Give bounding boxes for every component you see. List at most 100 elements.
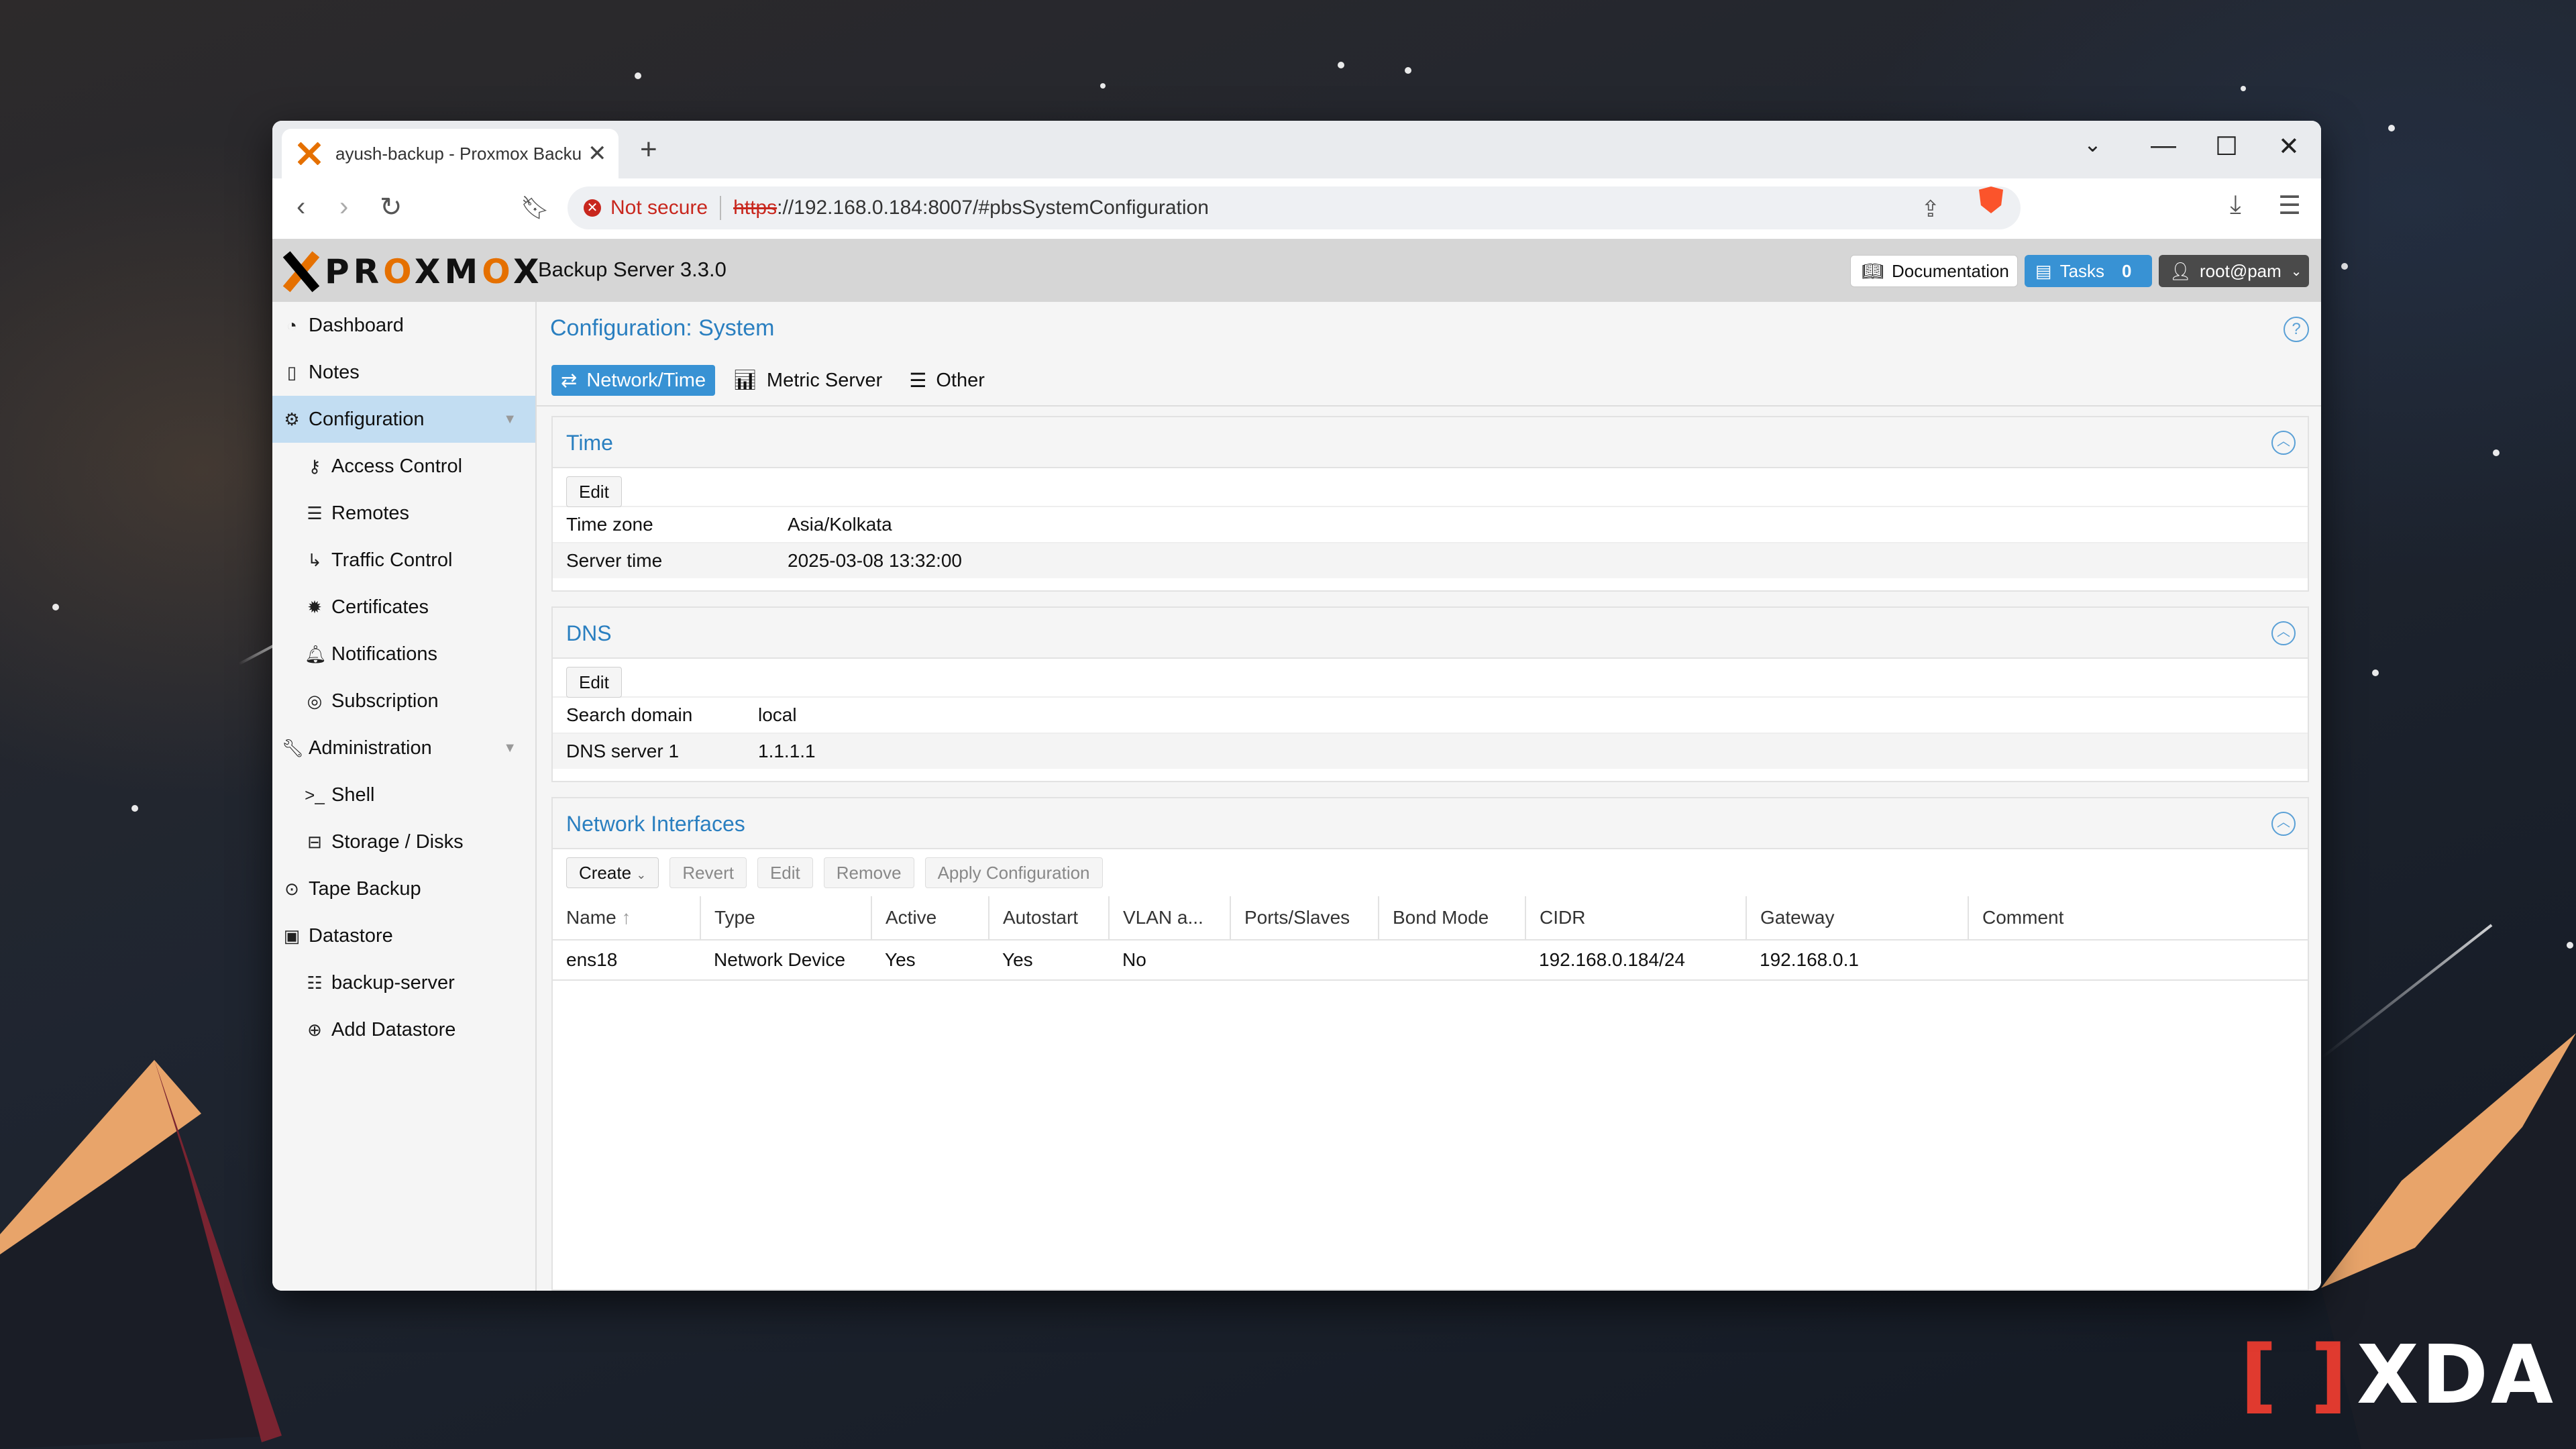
address-bar[interactable]: ✕ Not secure https://192.168.0.184:8007/… (568, 186, 2021, 229)
column-header-type[interactable]: Type (700, 896, 872, 941)
download-icon[interactable]: ⤓ (2230, 191, 2241, 219)
sidebar-item-administration[interactable]: 🔧︎ Administration ▼ (272, 724, 535, 771)
logo-wordmark: PROXMOX (325, 252, 543, 291)
dashboard-icon: ◔ (286, 315, 297, 335)
time-row[interactable]: Server time 2025-03-08 13:32:00 (553, 542, 2308, 578)
column-header-gateway[interactable]: Gateway (1746, 896, 1969, 941)
divider (537, 405, 2321, 407)
sidebar-item-tape-backup[interactable]: ⊙ Tape Backup (272, 865, 535, 912)
tab-search-icon[interactable]: ⌄ (2084, 131, 2102, 157)
bookmark-icon[interactable]: 🔖︎ (521, 195, 549, 221)
cell-ports-slaves (1230, 940, 1379, 981)
browser-toolbar: ‹ › ↻ 🔖︎ ✕ Not secure https://192.168.0.… (272, 178, 2321, 239)
bell-icon: 🔔︎ (305, 643, 327, 664)
sidebar-item-remotes[interactable]: ☰ Remotes (272, 490, 535, 537)
new-tab-icon[interactable]: + (640, 133, 657, 166)
sidebar-item-subscription[interactable]: ◎ Subscription (272, 678, 535, 724)
time-edit-button[interactable]: Edit (566, 476, 622, 507)
column-header-name[interactable]: Name ↑ (553, 896, 701, 941)
sidebar-item-storage-disks[interactable]: ⊟ Storage / Disks (272, 818, 535, 865)
dns-row[interactable]: DNS server 1 1.1.1.1 (553, 733, 2308, 769)
dns-edit-button[interactable]: Edit (566, 667, 622, 698)
tasks-button[interactable]: ▤ Tasks 0 (2025, 255, 2152, 287)
column-header-active[interactable]: Active (871, 896, 989, 941)
back-icon[interactable]: ‹ (297, 192, 305, 222)
proxmox-app: PROXMOX Backup Server 3.3.0 📖︎ Documenta… (272, 239, 2321, 1291)
documentation-button[interactable]: 📖︎ Documentation (1850, 255, 2018, 287)
sidebar-item-notes[interactable]: ▯ Notes (272, 349, 535, 396)
sidebar-item-notifications[interactable]: 🔔︎ Notifications (272, 631, 535, 678)
tab-network-time[interactable]: ⇄ Network/Time (551, 365, 716, 396)
sidebar-item-access-control[interactable]: ⚷ Access Control (272, 443, 535, 490)
server-icon: ☰ (307, 502, 323, 523)
collapse-icon[interactable]: ︿ (2271, 812, 2296, 836)
column-header-ports-slaves[interactable]: Ports/Slaves (1230, 896, 1379, 941)
tab-other[interactable]: ☰ Other (900, 365, 994, 396)
sidebar-item-certificates[interactable]: ✹ Certificates (272, 584, 535, 631)
certificate-icon: ✹ (307, 596, 322, 617)
reload-icon[interactable]: ↻ (380, 192, 402, 223)
share-icon[interactable]: ⇪ (1921, 196, 1941, 223)
close-window-icon[interactable]: ✕ (2278, 131, 2300, 162)
sidebar-item-add-datastore[interactable]: ⊕ Add Datastore (272, 1006, 535, 1053)
plus-circle-icon: ⊕ (307, 1019, 322, 1040)
star (131, 805, 138, 812)
key-icon: ⚷ (308, 455, 321, 476)
dns-panel-title: DNS (566, 621, 612, 645)
sidebar-item-shell[interactable]: >_ Shell (272, 771, 535, 818)
dns-panel-header: DNS ︿ (553, 608, 2308, 659)
time-panel-title: Time (566, 431, 613, 455)
menu-icon[interactable]: ☰ (2278, 191, 2301, 221)
close-tab-icon[interactable]: ✕ (588, 140, 607, 167)
dns-row[interactable]: Search domain local (553, 696, 2308, 733)
user-menu-button[interactable]: 👤︎ root@pam ⌄ (2159, 255, 2309, 287)
column-header-bond-mode[interactable]: Bond Mode (1379, 896, 1526, 941)
not-secure-label: Not secure (610, 197, 708, 219)
edit-button[interactable]: Edit (757, 857, 813, 888)
user-label: root@pam (2200, 260, 2282, 281)
terminal-icon: >_ (305, 784, 325, 805)
shooting-star (238, 644, 275, 665)
collapse-icon[interactable]: ︿ (2271, 431, 2296, 455)
time-row[interactable]: Time zone Asia/Kolkata (553, 506, 2308, 542)
cell-name: ens18 (553, 940, 700, 981)
sidebar-item-configuration[interactable]: ⚙ Configuration ▼ (272, 396, 535, 443)
sidebar-item-backup-server[interactable]: ☷ backup-server (272, 959, 535, 1006)
star (2388, 125, 2395, 131)
maximize-icon[interactable]: ☐ (2215, 131, 2238, 162)
column-header-comment[interactable]: Comment (1968, 896, 2308, 941)
column-header-cidr[interactable]: CIDR (1525, 896, 1747, 941)
star (2341, 263, 2348, 270)
collapse-icon[interactable]: ︿ (2271, 621, 2296, 645)
table-row[interactable]: ens18 Network Device Yes Yes No 192.168.… (553, 940, 2308, 981)
minimize-icon[interactable]: — (2151, 131, 2176, 160)
star (2241, 86, 2246, 91)
collapse-arrow-icon[interactable]: ▼ (503, 412, 517, 427)
forward-icon[interactable]: › (339, 192, 348, 222)
support-icon: ◎ (307, 690, 323, 711)
browser-tab[interactable]: ayush-backup - Proxmox Backu ✕ (282, 129, 619, 178)
remove-button[interactable]: Remove (823, 857, 914, 888)
sidebar-item-traffic-control[interactable]: ↳ Traffic Control (272, 537, 535, 584)
create-button[interactable]: Create ⌄ (566, 857, 659, 888)
revert-button[interactable]: Revert (669, 857, 747, 888)
product-version: Backup Server 3.3.0 (538, 258, 727, 281)
tasks-label: Tasks (2059, 260, 2105, 281)
proxmox-logo[interactable]: PROXMOX (280, 252, 543, 291)
star (1100, 83, 1106, 89)
cell-cidr: 192.168.0.184/24 (1525, 940, 1746, 981)
collapse-arrow-icon[interactable]: ▼ (503, 741, 517, 756)
help-icon[interactable]: ? (2284, 317, 2309, 342)
apply-configuration-button[interactable]: Apply Configuration (924, 857, 1103, 888)
app-header: PROXMOX Backup Server 3.3.0 📖︎ Documenta… (272, 239, 2321, 303)
column-header-autostart[interactable]: Autostart (989, 896, 1110, 941)
star (1338, 62, 1344, 68)
time-toolbar: Edit (553, 468, 2308, 507)
sidebar-item-dashboard[interactable]: ◔ Dashboard (272, 302, 535, 349)
disk-icon: ⊟ (307, 831, 322, 852)
sidebar-item-datastore[interactable]: ▣ Datastore (272, 912, 535, 959)
bar-chart-icon: 📊︎ (733, 370, 757, 391)
network-interfaces-table: Name ↑ Type Active Autostart VLAN a... P… (553, 896, 2308, 981)
tab-metric-server[interactable]: 📊︎ Metric Server (723, 365, 892, 396)
column-header-vlan[interactable]: VLAN a... (1109, 896, 1231, 941)
